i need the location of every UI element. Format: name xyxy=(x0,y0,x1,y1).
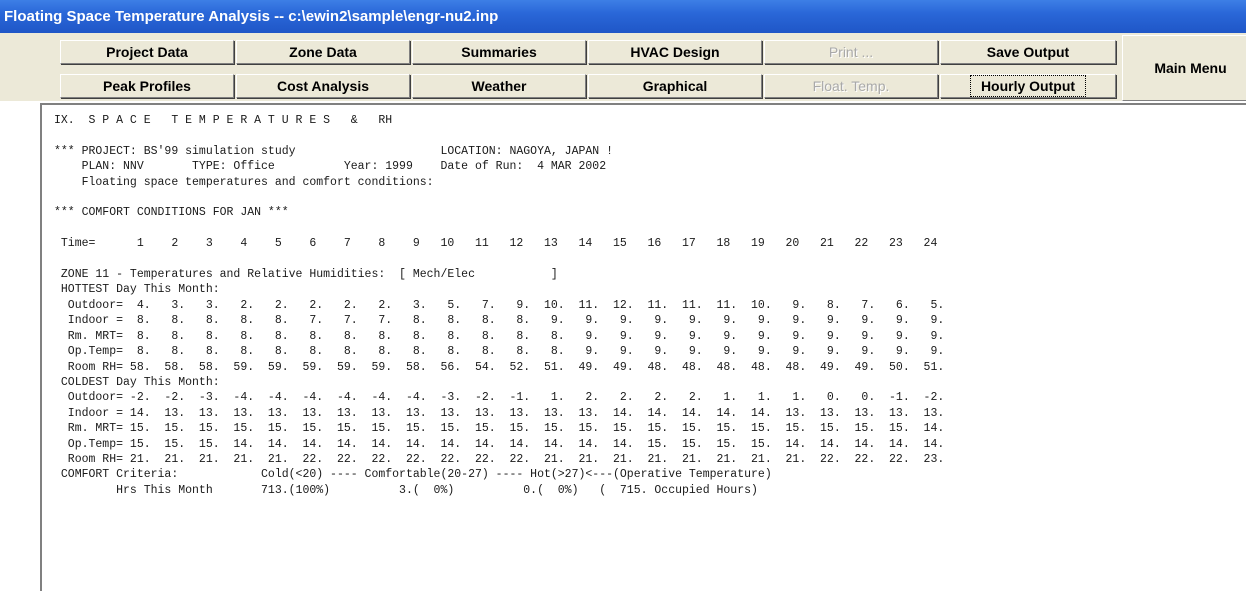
graphical-button[interactable]: Graphical xyxy=(588,74,762,98)
weather-button[interactable]: Weather xyxy=(412,74,586,98)
cost-analysis-button[interactable]: Cost Analysis xyxy=(236,74,410,98)
project-data-label: Project Data xyxy=(106,44,188,60)
report-line: Outdoor= 4. 3. 3. 2. 2. 2. 2. 2. 3. 5. 7… xyxy=(54,298,945,312)
summaries-label: Summaries xyxy=(461,44,537,60)
hourly-output-label: Hourly Output xyxy=(969,75,1087,97)
graphical-label: Graphical xyxy=(642,78,708,94)
report-line: Op.Temp= 15. 15. 15. 14. 14. 14. 14. 14.… xyxy=(54,437,945,451)
hvac-design-label: HVAC Design xyxy=(630,44,720,60)
save-output-button[interactable]: Save Output xyxy=(940,40,1116,64)
main-menu-button[interactable]: Main Menu xyxy=(1122,35,1246,101)
report-line: Time= 1 2 3 4 5 6 7 8 9 10 11 12 13 14 1… xyxy=(54,237,938,251)
report-line: COMFORT Criteria: Cold(<20) ---- Comfort… xyxy=(54,468,772,482)
float-temp-button[interactable]: Float. Temp. xyxy=(764,74,938,98)
report-line: Room RH= 21. 21. 21. 21. 21. 22. 22. 22.… xyxy=(54,452,945,466)
report-line: Indoor = 8. 8. 8. 8. 8. 7. 7. 7. 8. 8. 8… xyxy=(54,314,945,328)
report-text: IX. S P A C E T E M P E R A T U R E S & … xyxy=(42,105,1246,498)
report-line: ZONE 11 - Temperatures and Relative Humi… xyxy=(54,268,558,282)
zone-data-button[interactable]: Zone Data xyxy=(236,40,410,64)
report-output: IX. S P A C E T E M P E R A T U R E S & … xyxy=(40,103,1246,591)
peak-profiles-button[interactable]: Peak Profiles xyxy=(60,74,234,98)
report-line: PLAN: NNV TYPE: Office Year: 1999 Date o… xyxy=(54,160,607,174)
peak-profiles-label: Peak Profiles xyxy=(103,78,191,94)
float-temp-label: Float. Temp. xyxy=(812,78,890,94)
cost-analysis-label: Cost Analysis xyxy=(276,78,370,94)
zone-data-label: Zone Data xyxy=(289,44,357,60)
window-title: Floating Space Temperature Analysis -- c… xyxy=(0,0,1246,33)
project-data-button[interactable]: Project Data xyxy=(60,40,234,64)
toolbar: Project Data Zone Data Summaries HVAC De… xyxy=(0,33,1246,101)
summaries-button[interactable]: Summaries xyxy=(412,40,586,64)
weather-label: Weather xyxy=(471,78,527,94)
report-line: Indoor = 14. 13. 13. 13. 13. 13. 13. 13.… xyxy=(54,406,945,420)
report-line: COLDEST Day This Month: xyxy=(54,375,220,389)
hvac-design-button[interactable]: HVAC Design xyxy=(588,40,762,64)
report-line: *** COMFORT CONDITIONS FOR JAN *** xyxy=(54,206,289,220)
report-line: Room RH= 58. 58. 58. 59. 59. 59. 59. 59.… xyxy=(54,360,945,374)
print-label: Print ... xyxy=(828,44,874,60)
report-line: Outdoor= -2. -2. -3. -4. -4. -4. -4. -4.… xyxy=(54,391,945,405)
main-menu-label: Main Menu xyxy=(1154,60,1227,76)
report-line: Floating space temperatures and comfort … xyxy=(54,175,434,189)
report-line: Op.Temp= 8. 8. 8. 8. 8. 8. 8. 8. 8. 8. 8… xyxy=(54,345,945,359)
report-line: Rm. MRT= 15. 15. 15. 15. 15. 15. 15. 15.… xyxy=(54,422,945,436)
save-output-label: Save Output xyxy=(986,44,1070,60)
report-line: Hrs This Month 713.(100%) 3.( 0%) 0.( 0%… xyxy=(54,483,758,497)
report-line: *** PROJECT: BS'99 simulation study LOCA… xyxy=(54,144,613,158)
report-line: Rm. MRT= 8. 8. 8. 8. 8. 8. 8. 8. 8. 8. 8… xyxy=(54,329,945,343)
report-line: IX. S P A C E T E M P E R A T U R E S & … xyxy=(54,114,393,127)
print-button[interactable]: Print ... xyxy=(764,40,938,64)
hourly-output-button[interactable]: Hourly Output xyxy=(940,74,1116,98)
report-line: HOTTEST Day This Month: xyxy=(54,283,220,297)
